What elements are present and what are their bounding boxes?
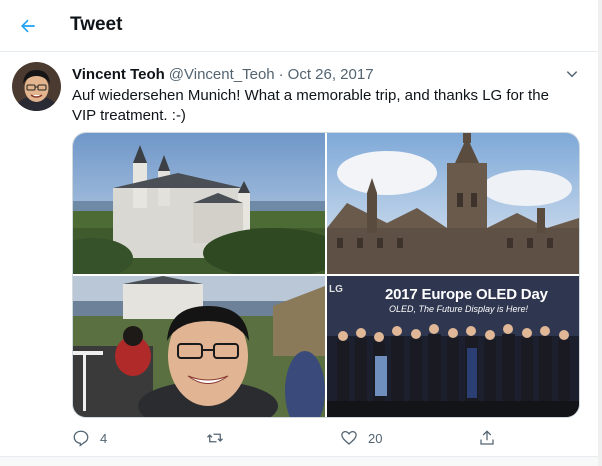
- tweet-text: Auf wiedersehen Munich! What a memorable…: [72, 87, 549, 124]
- lg-logo: LG: [329, 284, 343, 295]
- footer-divider: [0, 456, 598, 466]
- arrow-left-icon: [21, 19, 35, 33]
- reply-icon: [73, 430, 89, 447]
- back-button[interactable]: [12, 10, 44, 42]
- share-button[interactable]: [478, 426, 496, 450]
- retweet-button[interactable]: [205, 426, 235, 450]
- oled-day-tagline: OLED, The Future Display is Here!: [389, 304, 529, 314]
- media-grid: LG 2017 Europe OLED Day OLED, The Future…: [72, 132, 580, 418]
- reply-count: 4: [100, 430, 108, 446]
- author-handle[interactable]: @Vincent_Teoh: [169, 66, 275, 83]
- tweet-header: Tweet: [0, 0, 598, 52]
- chevron-down-icon: [566, 71, 578, 78]
- share-icon: [480, 430, 494, 445]
- page-title: Tweet: [70, 14, 123, 35]
- oled-day-banner: 2017 Europe OLED Day: [385, 286, 548, 303]
- tweet-date[interactable]: Oct 26, 2017: [288, 66, 374, 83]
- tweet-actions: 4 20: [72, 426, 502, 450]
- retweet-icon: [207, 433, 223, 443]
- reply-button[interactable]: 4: [72, 426, 107, 450]
- tweet-author-line: Vincent Teoh @Vincent_Teoh · Oct 26, 2017: [72, 66, 374, 83]
- photo-oled-day[interactable]: LG 2017 Europe OLED Day OLED, The Future…: [327, 276, 579, 417]
- like-button[interactable]: 20: [340, 426, 382, 450]
- avatar[interactable]: [12, 62, 61, 111]
- author-name[interactable]: Vincent Teoh: [72, 66, 165, 83]
- more-options-button[interactable]: [562, 64, 582, 84]
- scrollbar[interactable]: [598, 0, 602, 466]
- photo-town-hall[interactable]: [327, 133, 579, 274]
- like-count: 20: [368, 430, 383, 446]
- heart-icon: [341, 430, 357, 445]
- separator-dot: ·: [278, 66, 284, 83]
- photo-selfie[interactable]: [73, 276, 325, 417]
- photo-castle[interactable]: [73, 133, 325, 274]
